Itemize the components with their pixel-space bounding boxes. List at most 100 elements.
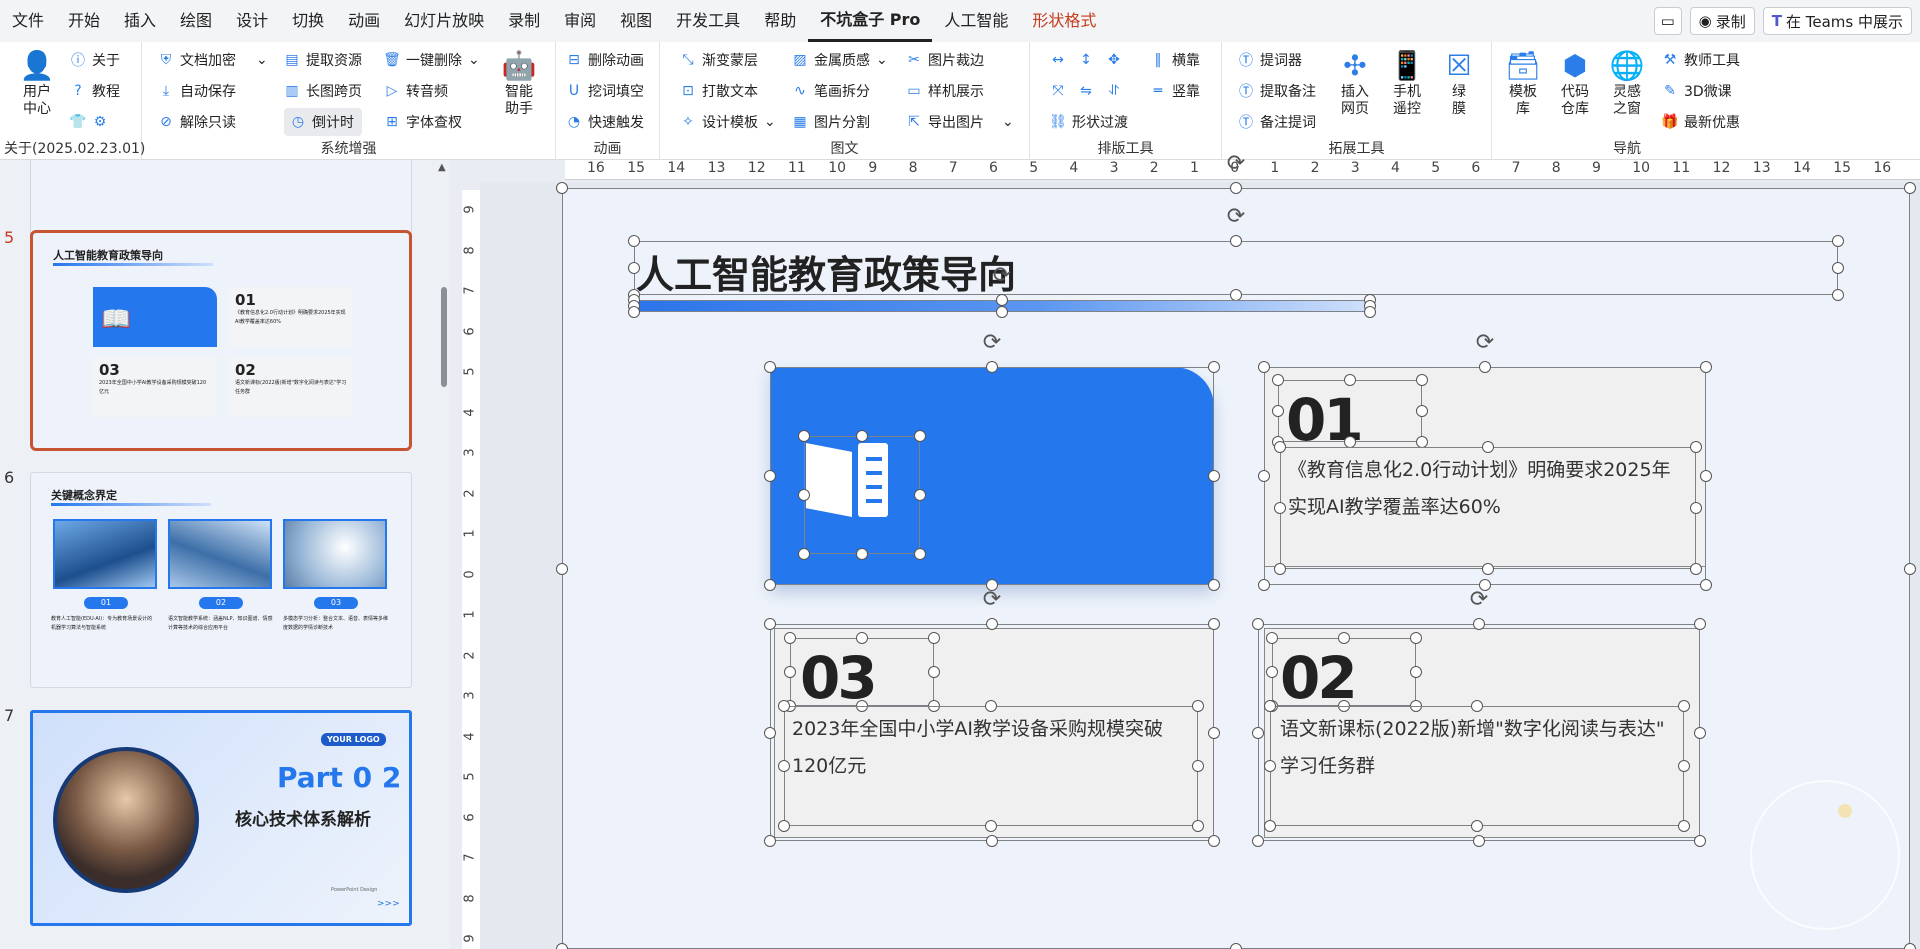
- green-film-button[interactable]: ☒ 绿膜: [1434, 48, 1484, 118]
- menu-item[interactable]: 帮助: [752, 0, 808, 42]
- resize-handle[interactable]: [1264, 820, 1276, 832]
- export-image-button[interactable]: ⇱ 导出图片 ⌄: [906, 108, 1014, 136]
- scroll-up-icon[interactable]: ▲: [438, 162, 446, 173]
- resize-handle[interactable]: [1364, 306, 1376, 318]
- resize-handle[interactable]: [784, 632, 796, 644]
- rotate-handle-icon[interactable]: ⟳: [980, 588, 1004, 612]
- rotate-handle-icon[interactable]: ⟳: [1473, 331, 1497, 355]
- resize-handle[interactable]: [1344, 374, 1356, 386]
- resize-handle[interactable]: [628, 306, 640, 318]
- resize-handle[interactable]: [1678, 760, 1690, 772]
- thumbnail-scrollbar[interactable]: ▲: [438, 162, 450, 949]
- resize-handle[interactable]: [1274, 502, 1286, 514]
- gear-icon[interactable]: ⚙: [92, 114, 108, 130]
- menu-item[interactable]: 幻灯片放映: [392, 0, 496, 42]
- latest-deals-button[interactable]: 🎁 最新优惠: [1661, 108, 1740, 136]
- resize-handle[interactable]: [856, 430, 868, 442]
- rotate-handle-icon[interactable]: ⟳: [1224, 205, 1248, 229]
- menu-item[interactable]: 开发工具: [664, 0, 752, 42]
- teacher-tools-button[interactable]: ⚒ 教师工具: [1662, 46, 1740, 74]
- rotate-handle-icon[interactable]: ⟳: [980, 331, 1004, 355]
- menu-item[interactable]: 审阅: [552, 0, 608, 42]
- resize-handle[interactable]: [1230, 943, 1242, 949]
- menu-item[interactable]: 不坑盒子 Pro: [808, 1, 933, 42]
- resize-handle[interactable]: [1471, 820, 1483, 832]
- resize-handle[interactable]: [798, 548, 810, 560]
- resize-handle[interactable]: [1192, 760, 1204, 772]
- resize-handle[interactable]: [1678, 700, 1690, 712]
- mockup-button[interactable]: ▭ 样机展示: [906, 77, 1014, 105]
- resize-handle[interactable]: [1272, 374, 1284, 386]
- resize-handle[interactable]: [1471, 700, 1483, 712]
- resize-handle[interactable]: [784, 666, 796, 678]
- slide-thumbnail-5[interactable]: 人工智能教育政策导向 📖 01 《教育信息化2.0行动计划》明确要求2025年实…: [30, 230, 412, 451]
- resize-handle[interactable]: [1473, 618, 1485, 630]
- rotate-handle-icon[interactable]: ⟳: [1224, 152, 1248, 176]
- resize-handle[interactable]: [764, 618, 776, 630]
- align-vertical-button[interactable]: ═ 竖靠: [1150, 77, 1200, 105]
- comment-button[interactable]: ▭: [1653, 7, 1682, 35]
- resize-handle[interactable]: [1274, 563, 1286, 575]
- menu-item[interactable]: 人工智能: [932, 0, 1020, 42]
- resize-handle[interactable]: [1690, 563, 1702, 575]
- resize-handle[interactable]: [1690, 441, 1702, 453]
- resize-handle[interactable]: [778, 700, 790, 712]
- resize-handle[interactable]: [1700, 579, 1712, 591]
- resize-handle[interactable]: [764, 470, 776, 482]
- insert-web-button[interactable]: ✣ 插入网页: [1330, 48, 1380, 118]
- menu-item[interactable]: 切换: [280, 0, 336, 42]
- resize-handle[interactable]: [1208, 361, 1220, 373]
- resize-handle[interactable]: [1694, 726, 1706, 739]
- resize-handle[interactable]: [985, 700, 997, 712]
- scatter-text-button[interactable]: ⊡ 打散文本: [680, 77, 776, 105]
- resize-handle[interactable]: [1230, 235, 1242, 247]
- resize-handle[interactable]: [556, 943, 568, 949]
- resize-handle[interactable]: [1473, 835, 1485, 847]
- resize-handle[interactable]: [1700, 470, 1712, 482]
- resize-handle[interactable]: [1904, 943, 1916, 949]
- resize-handle[interactable]: [1258, 579, 1270, 591]
- to-audio-button[interactable]: ▷ 转音频: [384, 77, 480, 105]
- resize-handle[interactable]: [1208, 618, 1220, 630]
- prompter-button[interactable]: Ⓣ 提词器: [1238, 46, 1316, 74]
- resize-handle[interactable]: [914, 548, 926, 560]
- resize-handle[interactable]: [1192, 700, 1204, 712]
- doc-encrypt-button[interactable]: ⛨ 文档加密 ⌄: [158, 46, 268, 74]
- resize-handle[interactable]: [1264, 700, 1276, 712]
- resize-handle[interactable]: [764, 835, 776, 847]
- gradient-mask-button[interactable]: ⤡ 渐变蒙层: [680, 46, 776, 74]
- quick-trigger-button[interactable]: ◔ 快速触发: [566, 108, 644, 136]
- resize-handle[interactable]: [1832, 235, 1844, 247]
- resize-handle[interactable]: [556, 182, 568, 194]
- font-check-button[interactable]: ⊞ 字体查杈: [384, 108, 480, 136]
- resize-handle[interactable]: [1482, 563, 1494, 575]
- resize-handle[interactable]: [856, 548, 868, 560]
- resize-handle[interactable]: [1266, 632, 1278, 644]
- resize-handle[interactable]: [914, 430, 926, 442]
- resize-handle[interactable]: [996, 306, 1008, 318]
- about-button[interactable]: ⓘ 关于: [70, 46, 120, 74]
- micro-3d-button[interactable]: ✎ 3D微课: [1662, 77, 1740, 105]
- menu-item[interactable]: 形状格式: [1020, 0, 1108, 42]
- resize-handle[interactable]: [985, 820, 997, 832]
- resize-handle[interactable]: [778, 760, 790, 772]
- resize-handle[interactable]: [986, 618, 998, 630]
- cloze-button[interactable]: U 挖词填空: [566, 77, 644, 105]
- resize-handle[interactable]: [1272, 405, 1284, 417]
- resize-handle[interactable]: [856, 632, 868, 644]
- long-image-button[interactable]: ▥ 长图跨页: [284, 77, 362, 105]
- resize-handle[interactable]: [1416, 374, 1428, 386]
- menu-item[interactable]: 开始: [56, 0, 112, 42]
- resize-handle[interactable]: [986, 361, 998, 373]
- tutorial-button[interactable]: ? 教程: [70, 77, 120, 105]
- resize-handle[interactable]: [798, 430, 810, 442]
- resize-handle[interactable]: [764, 579, 776, 591]
- extract-notes-button[interactable]: Ⓣ 提取备注: [1238, 77, 1316, 105]
- rotate-handle-icon[interactable]: ⟳: [1467, 588, 1491, 612]
- v-spread-icon[interactable]: ↕: [1078, 52, 1094, 68]
- scrollbar-thumb[interactable]: [441, 287, 447, 387]
- resize-handle[interactable]: [1264, 760, 1276, 772]
- menu-item[interactable]: 绘图: [168, 0, 224, 42]
- resize-handle[interactable]: [1904, 182, 1916, 194]
- phone-remote-button[interactable]: 📱 手机遥控: [1382, 48, 1432, 118]
